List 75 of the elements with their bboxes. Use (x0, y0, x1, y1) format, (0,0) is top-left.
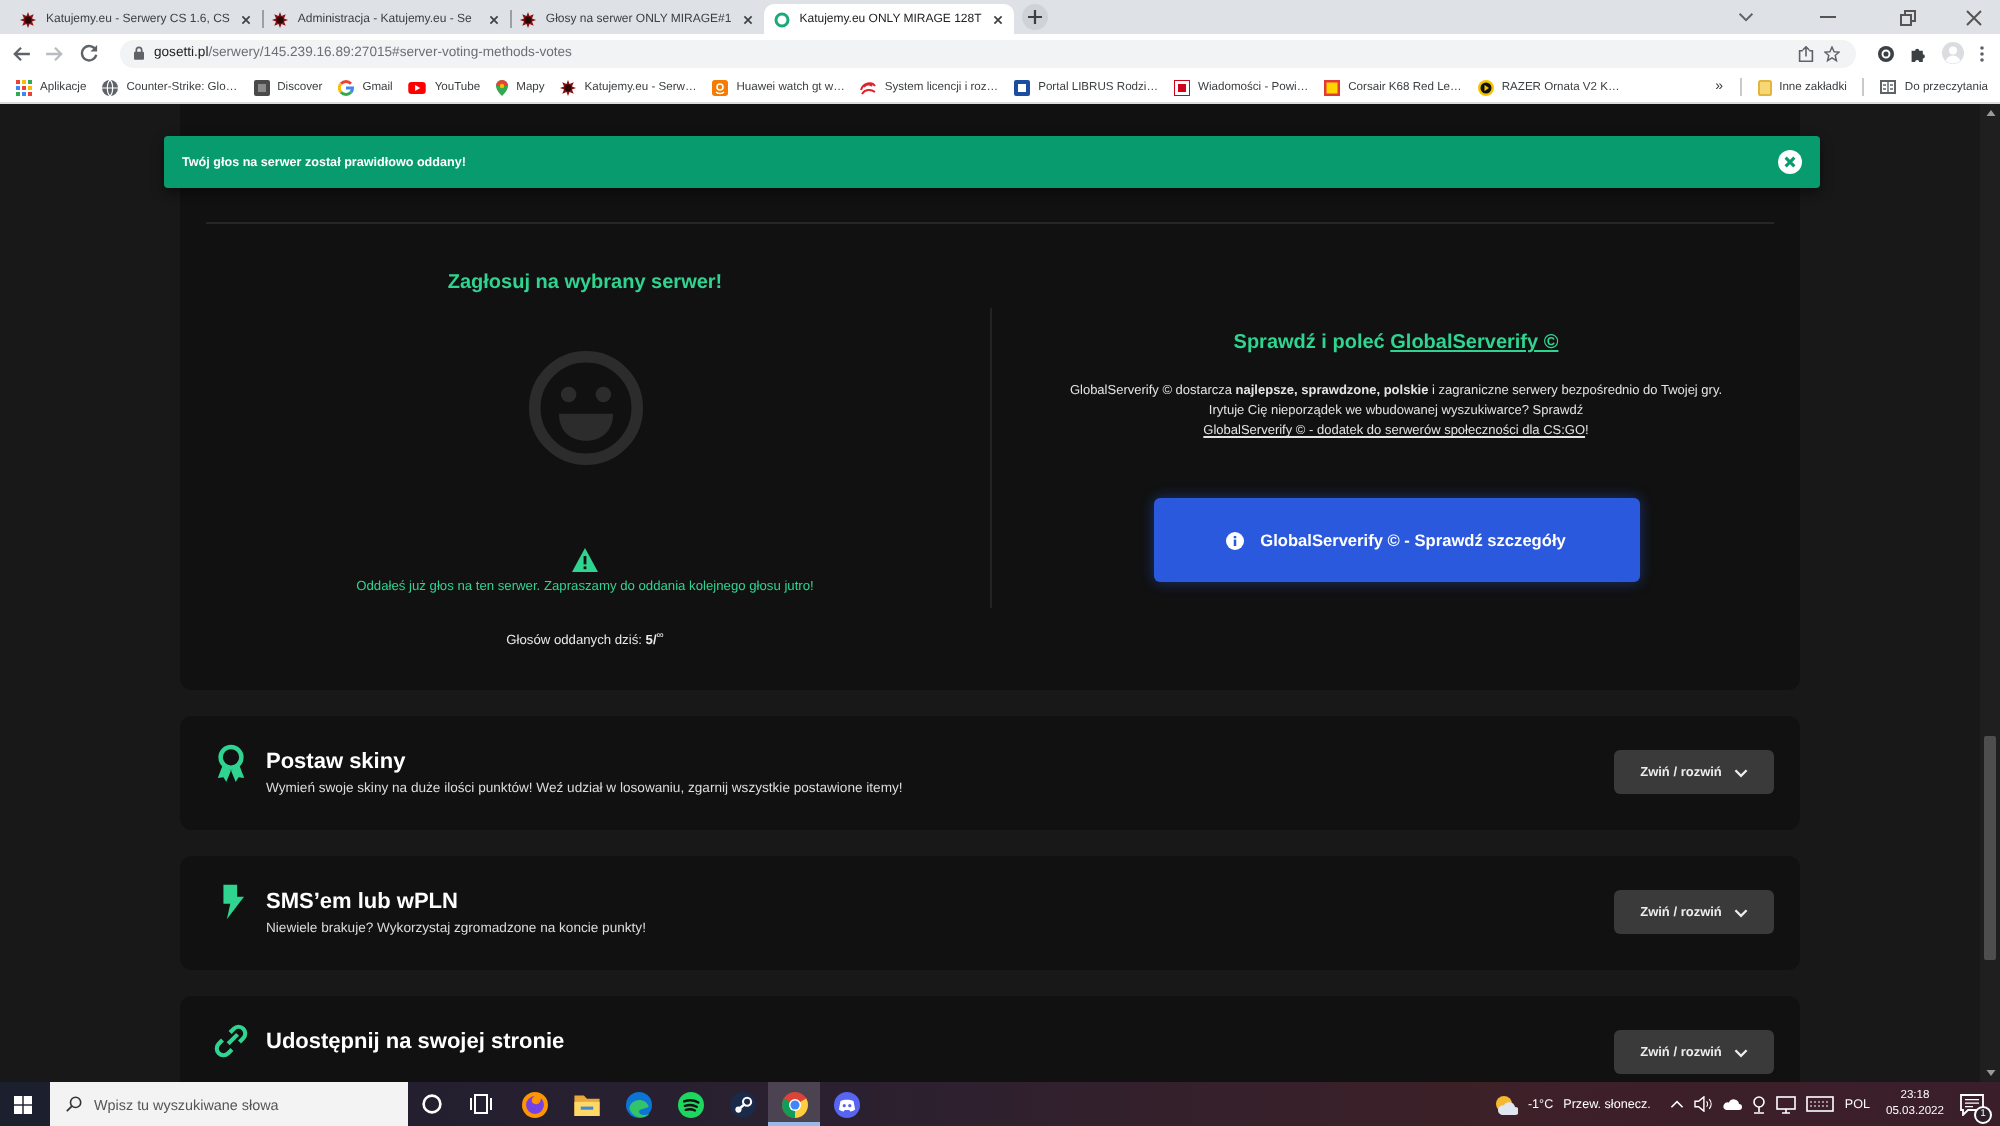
swirl-disc-icon[interactable] (625, 1091, 651, 1117)
plus-icon (1027, 10, 1042, 24)
chevron-down-icon (1733, 907, 1748, 917)
sun-cloud-icon[interactable] (1493, 1093, 1518, 1115)
circle-icon[interactable] (1878, 45, 1894, 61)
piston-disc-icon[interactable] (729, 1091, 755, 1117)
taskbar-button[interactable] (768, 1082, 820, 1126)
close-icon[interactable] (741, 13, 754, 25)
reading-list-icon (1880, 80, 1897, 94)
link-icon (214, 1024, 248, 1058)
caret-up-icon[interactable] (1985, 110, 1995, 116)
splat-icon (519, 11, 536, 27)
play-icon (408, 81, 427, 93)
promo-title-link[interactable]: GlobalServerify © (1390, 332, 1559, 354)
ring-icon (773, 11, 790, 27)
search-icon (66, 1096, 82, 1112)
flame-disc-icon[interactable] (521, 1091, 547, 1117)
lock-icon[interactable] (134, 46, 144, 60)
new-tab-button[interactable] (1021, 4, 1048, 30)
close-icon[interactable] (487, 13, 500, 25)
chevron-up-icon[interactable] (1670, 1100, 1685, 1108)
circle-icon[interactable] (422, 1094, 442, 1114)
square-icon (253, 79, 270, 95)
folder-icon (1757, 79, 1772, 95)
ring-icon (338, 79, 355, 95)
striped-disc-icon[interactable] (677, 1091, 703, 1117)
folder-icon[interactable] (573, 1093, 599, 1115)
play-disc-icon (1477, 79, 1494, 95)
section-title: Postaw skiny (266, 748, 408, 776)
window-panes-icon[interactable] (13, 1095, 31, 1113)
splat-icon (560, 79, 577, 95)
lightning-icon (219, 884, 243, 920)
details-button[interactable]: GlobalServerify © - Sprawdź szczegóły (1153, 498, 1639, 582)
vote-title: Zagłosuj na wybrany serwer! (447, 270, 723, 296)
speaker-icon[interactable] (1694, 1096, 1713, 1112)
section-title: SMS’em lub wPLN (266, 888, 460, 916)
restore-icon[interactable] (1900, 9, 1916, 25)
tile-icon (712, 79, 729, 95)
chevron-down-icon[interactable] (1738, 12, 1754, 22)
smiley-icon (527, 350, 643, 466)
award-icon (214, 744, 248, 782)
map-pin-icon (496, 79, 509, 95)
warning-icon (572, 548, 598, 572)
cloud-icon[interactable] (1722, 1098, 1743, 1110)
monitor-icon[interactable] (1776, 1095, 1797, 1113)
close-icon[interactable] (239, 13, 252, 25)
globe-icon (102, 79, 119, 95)
tile-icon (1014, 79, 1031, 95)
tile-icon (1174, 79, 1191, 95)
reload-icon[interactable] (80, 44, 98, 62)
chevron-down-icon (1733, 767, 1748, 777)
chat-bubble-icon[interactable] (1960, 1093, 1984, 1115)
gamepad-disc-icon[interactable] (833, 1091, 859, 1117)
promo-title: Sprawdź i poleć GlobalServerify © (1233, 330, 1559, 356)
puzzle-icon[interactable] (1910, 45, 1926, 61)
scrollbar-thumb[interactable] (1984, 736, 1996, 960)
keyboard-icon[interactable] (1806, 1096, 1835, 1112)
splat-icon (20, 11, 36, 27)
back-icon[interactable] (12, 45, 30, 61)
caret-down-icon[interactable] (1985, 1070, 1995, 1076)
splat-icon (271, 11, 288, 27)
share-icon[interactable] (1798, 45, 1814, 61)
info-icon (1226, 531, 1245, 549)
chevron-down-icon (1733, 1047, 1748, 1057)
scrollbar[interactable] (1980, 104, 2000, 1082)
segmented-disc-icon[interactable] (781, 1091, 807, 1117)
device-icon[interactable] (1752, 1095, 1767, 1113)
task-view-icon[interactable] (470, 1094, 492, 1114)
apps-grid-icon (16, 79, 32, 95)
tile-icon (1324, 79, 1341, 95)
swirl-icon (860, 79, 877, 95)
close-icon[interactable] (1966, 9, 1982, 25)
close-icon[interactable] (991, 13, 1004, 25)
section-title: Udostępnij na swojej stronie (266, 1028, 567, 1056)
star-icon[interactable] (1824, 45, 1840, 61)
